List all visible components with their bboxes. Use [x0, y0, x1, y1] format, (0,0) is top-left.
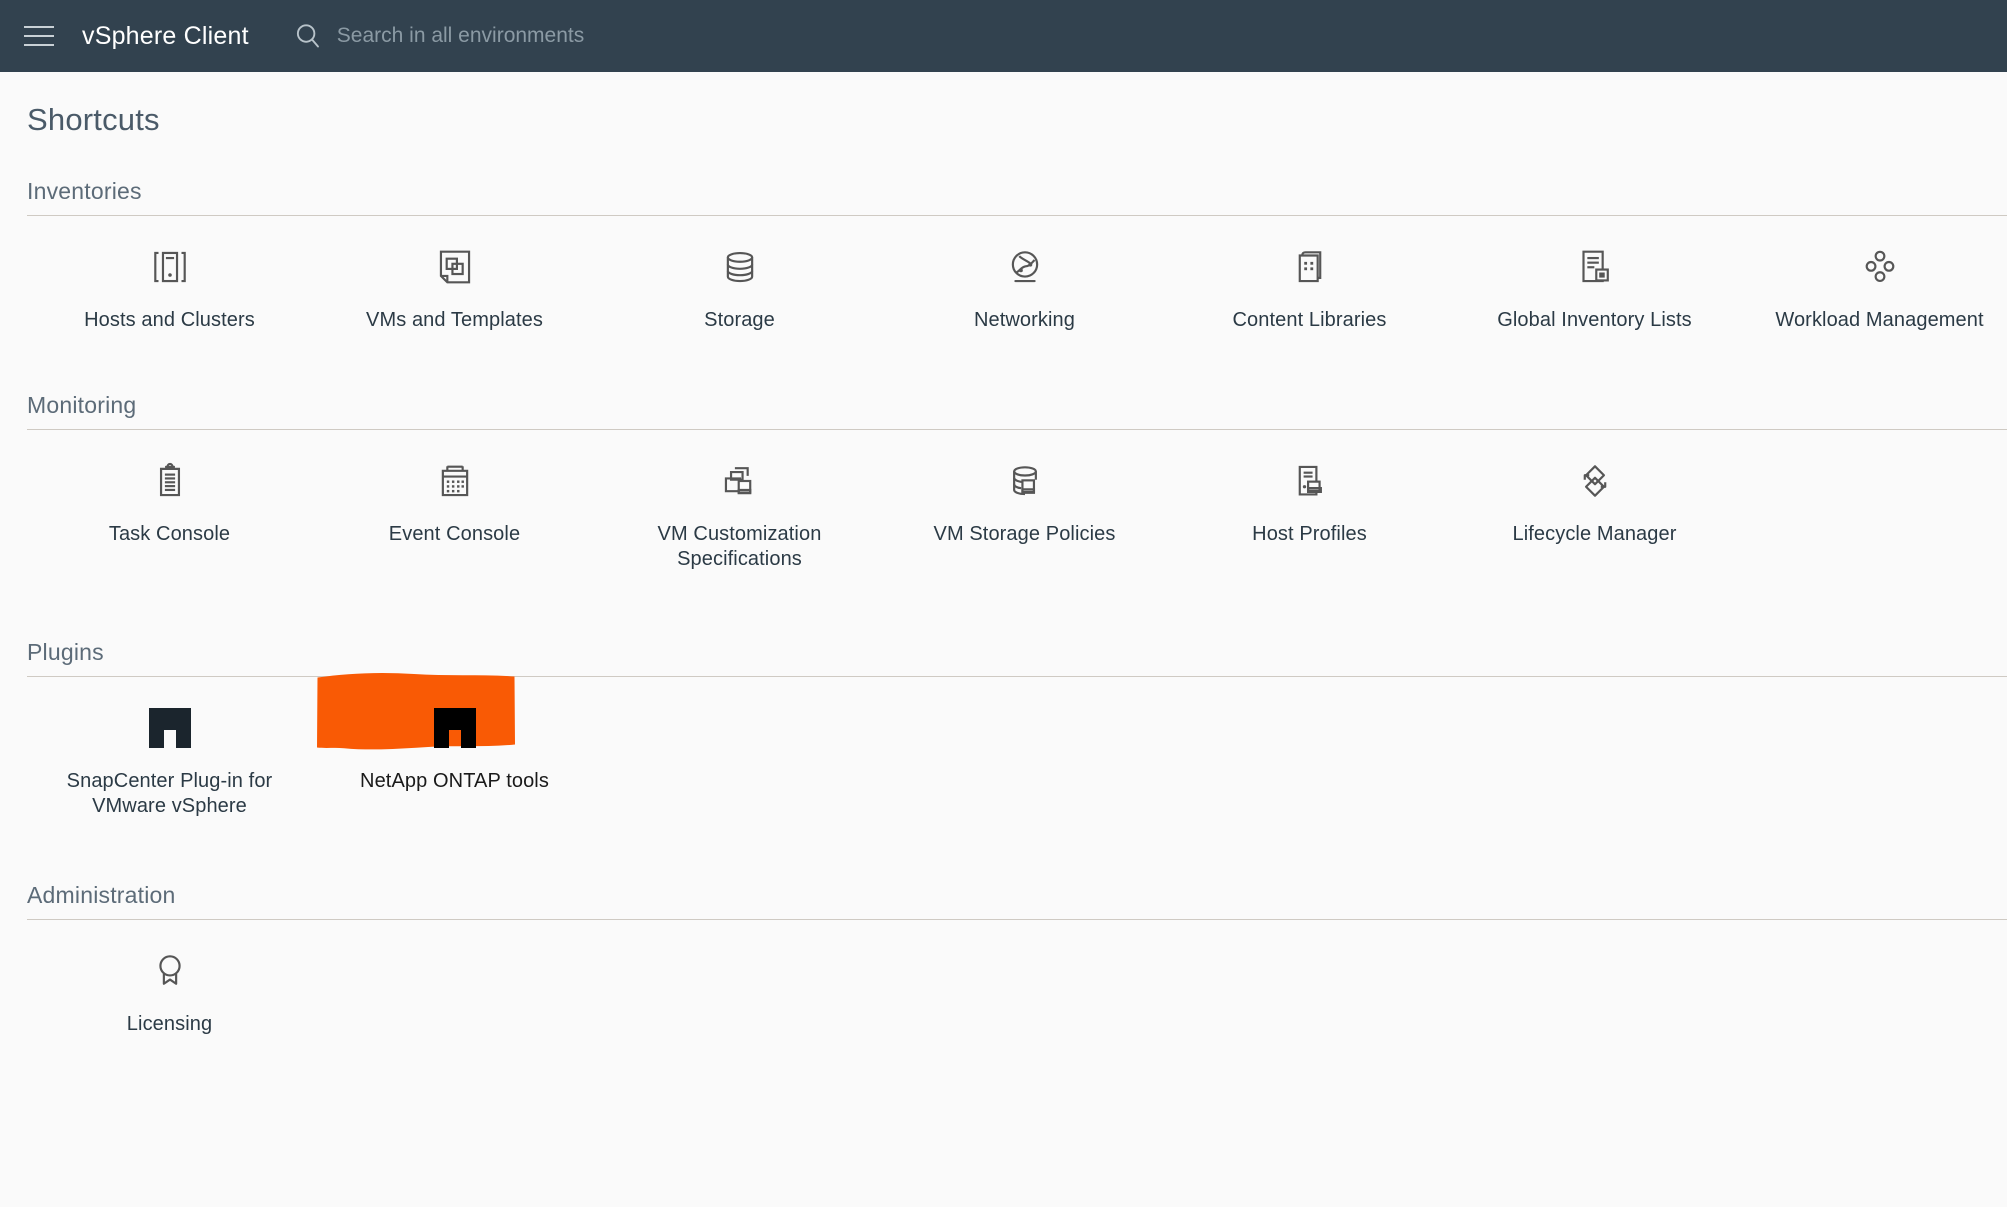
shortcuts-page: Shortcuts Inventories Hosts and Clusters [0, 72, 2007, 1207]
logo-middle-bar [163, 707, 176, 730]
section-administration: Administration Licensing [0, 882, 2007, 1038]
logo-right-bar [175, 707, 191, 748]
hamburger-line [24, 44, 54, 46]
section-title-plugins: Plugins [27, 638, 104, 665]
shortcut-workload-management[interactable]: Workload Management [1737, 242, 2007, 334]
section-plugins: Plugins SnapCenter Plug-in for VMware vS… [0, 639, 2007, 820]
vm-customization-specifications-icon [717, 456, 763, 506]
shortcut-snapcenter-plugin-for-vmware-vsphere[interactable]: SnapCenter Plug-in for VMware vSphere [27, 703, 312, 820]
hamburger-line [24, 35, 54, 37]
logo-middle-bar [448, 707, 461, 730]
lifecycle-manager-refresh-icon [1572, 456, 1618, 506]
task-console-clipboard-icon [147, 456, 193, 506]
shortcut-vms-and-templates[interactable]: VMs and Templates [312, 242, 597, 334]
section-title-administration: Administration [27, 881, 176, 908]
shortcut-event-console[interactable]: Event Console [312, 456, 597, 548]
vms-and-templates-icon [432, 242, 478, 292]
storage-database-icon [717, 242, 763, 292]
shortcut-label: NetApp ONTAP tools [360, 769, 549, 792]
plugins-tile-row: SnapCenter Plug-in for VMware vSphere Ne… [27, 672, 2007, 820]
shortcut-label: Lifecycle Manager [1512, 522, 1677, 545]
shortcut-hosts-and-clusters[interactable]: Hosts and Clusters [27, 242, 312, 334]
shortcut-licensing[interactable]: Licensing [27, 946, 312, 1038]
shortcut-networking[interactable]: Networking [882, 242, 1167, 334]
shortcut-label: Event Console [388, 522, 521, 545]
inventories-tile-row: Hosts and Clusters VMs and Templates Sto… [27, 216, 2007, 334]
shortcut-label: Host Profiles [1252, 522, 1367, 545]
shortcut-task-console[interactable]: Task Console [27, 456, 312, 548]
content-libraries-book-icon [1287, 242, 1333, 292]
host-profiles-icon [1287, 456, 1333, 506]
vm-storage-policies-icon [1002, 456, 1048, 506]
section-monitoring: Monitoring Task Console Event Console VM… [0, 392, 2007, 573]
shortcut-label: Workload Management [1775, 309, 1984, 331]
networking-globe-icon [1002, 242, 1048, 292]
shortcut-netapp-ontap-tools[interactable]: NetApp ONTAP tools [312, 672, 597, 795]
logo-left-bar [433, 707, 449, 748]
search-placeholder-text: Search in all environments [336, 24, 585, 47]
shortcut-storage[interactable]: Storage [597, 242, 882, 334]
logo-right-bar [460, 707, 476, 748]
shortcut-label: Networking [973, 309, 1076, 331]
shortcut-vm-storage-policies[interactable]: VM Storage Policies [882, 456, 1167, 548]
hamburger-line [24, 26, 54, 28]
shortcut-label: VM Storage Policies [933, 522, 1116, 545]
administration-tile-row: Licensing [27, 920, 2007, 1038]
shortcut-host-profiles[interactable]: Host Profiles [1167, 456, 1452, 548]
search-input[interactable]: Search in all environments [293, 21, 584, 51]
shortcut-lifecycle-manager[interactable]: Lifecycle Manager [1452, 456, 1737, 548]
shortcut-label: VM Customization Specifications [657, 522, 822, 571]
global-inventory-lists-icon [1572, 242, 1618, 292]
top-navigation-bar: vSphere Client Search in all environment… [0, 0, 2007, 72]
section-title-monitoring: Monitoring [27, 391, 137, 418]
page-title: Shortcuts [27, 102, 160, 137]
shortcut-label: Content Libraries [1232, 309, 1387, 331]
shortcut-vm-customization-specifications[interactable]: VM Customization Specifications [597, 456, 882, 573]
search-icon [296, 24, 319, 48]
logo-left-bar [148, 707, 164, 748]
licensing-award-icon [147, 946, 193, 996]
hosts-and-clusters-icon [147, 242, 193, 292]
section-title-inventories: Inventories [27, 178, 142, 204]
shortcut-label: Task Console [108, 522, 231, 545]
netapp-logo-icon [433, 703, 476, 753]
event-console-calendar-icon [432, 456, 478, 506]
netapp-logo-icon [148, 703, 191, 753]
shortcut-label: Licensing [126, 1012, 213, 1035]
app-title: vSphere Client [82, 21, 249, 50]
shortcut-content-libraries[interactable]: Content Libraries [1167, 242, 1452, 334]
shortcut-global-inventory-lists[interactable]: Global Inventory Lists [1452, 242, 1737, 334]
section-inventories: Inventories Hosts and Clusters VMs and T… [0, 178, 2007, 334]
monitoring-tile-row: Task Console Event Console VM Customizat… [27, 430, 2007, 573]
workload-management-icon [1857, 242, 1903, 292]
shortcut-label: Global Inventory Lists [1497, 309, 1692, 331]
shortcut-label: Hosts and Clusters [84, 309, 255, 331]
shortcut-label: SnapCenter Plug-in for VMware vSphere [66, 769, 273, 818]
hamburger-menu-icon[interactable] [18, 15, 60, 57]
orange-highlighter-annotation [317, 672, 515, 750]
shortcut-label: VMs and Templates [366, 309, 543, 331]
shortcut-label: Storage [704, 309, 775, 331]
